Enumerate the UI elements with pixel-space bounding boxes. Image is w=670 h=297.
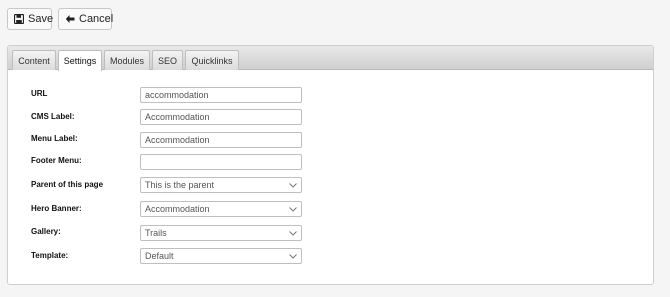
cancel-button-label: Cancel xyxy=(79,13,114,25)
save-button[interactable]: Save xyxy=(7,8,54,30)
cms-label-label: CMS Label: xyxy=(31,112,75,121)
gallery-value: Trails xyxy=(145,228,167,238)
menu-label-label: Menu Label: xyxy=(31,134,78,143)
footer-menu-input[interactable] xyxy=(140,154,302,170)
footer-menu-label: Footer Menu: xyxy=(31,156,82,165)
url-value: accommodation xyxy=(145,90,209,100)
tab-modules[interactable]: Modules xyxy=(104,50,150,70)
floppy-disk-icon xyxy=(14,14,24,24)
parent-label: Parent of this page xyxy=(31,180,104,189)
cms-label-input[interactable]: Accommodation xyxy=(140,109,302,125)
toolbar: Save Cancel xyxy=(7,8,114,30)
tab-settings[interactable]: Settings xyxy=(58,50,102,71)
menu-label-value: Accommodation xyxy=(145,135,210,145)
settings-panel: Content Settings Modules SEO Quicklinks … xyxy=(7,45,654,285)
tab-label: Settings xyxy=(63,56,97,66)
parent-select[interactable]: This is the parent xyxy=(140,177,302,193)
parent-value: This is the parent xyxy=(145,180,215,190)
tab-label: Quicklinks xyxy=(191,55,233,66)
url-input[interactable]: accommodation xyxy=(140,87,302,103)
cancel-button[interactable]: Cancel xyxy=(58,8,114,30)
template-value: Default xyxy=(145,251,174,261)
menu-label-input[interactable]: Accommodation xyxy=(140,132,302,148)
tab-label: SEO xyxy=(157,55,177,66)
chevron-down-icon xyxy=(289,230,297,236)
cms-label-value: Accommodation xyxy=(145,112,210,122)
tab-bar: Content Settings Modules SEO Quicklinks xyxy=(8,46,653,71)
gallery-label: Gallery: xyxy=(31,227,61,236)
tab-label: Modules xyxy=(109,55,145,66)
url-label: URL xyxy=(31,89,48,98)
chevron-down-icon xyxy=(289,206,297,212)
tab-quicklinks[interactable]: Quicklinks xyxy=(185,50,239,70)
chevron-down-icon xyxy=(289,182,297,188)
hero-banner-select[interactable]: Accommodation xyxy=(140,201,302,217)
tab-content[interactable]: Content xyxy=(12,50,56,70)
chevron-down-icon xyxy=(289,253,297,259)
hero-banner-label: Hero Banner: xyxy=(31,204,82,213)
gallery-select[interactable]: Trails xyxy=(140,225,302,241)
template-label: Template: xyxy=(31,251,69,260)
template-select[interactable]: Default xyxy=(140,248,302,264)
tab-seo[interactable]: SEO xyxy=(152,50,183,70)
save-button-label: Save xyxy=(28,13,54,25)
hero-banner-value: Accommodation xyxy=(145,204,210,214)
tab-label: Content xyxy=(18,55,50,66)
arrow-left-icon xyxy=(65,14,75,24)
